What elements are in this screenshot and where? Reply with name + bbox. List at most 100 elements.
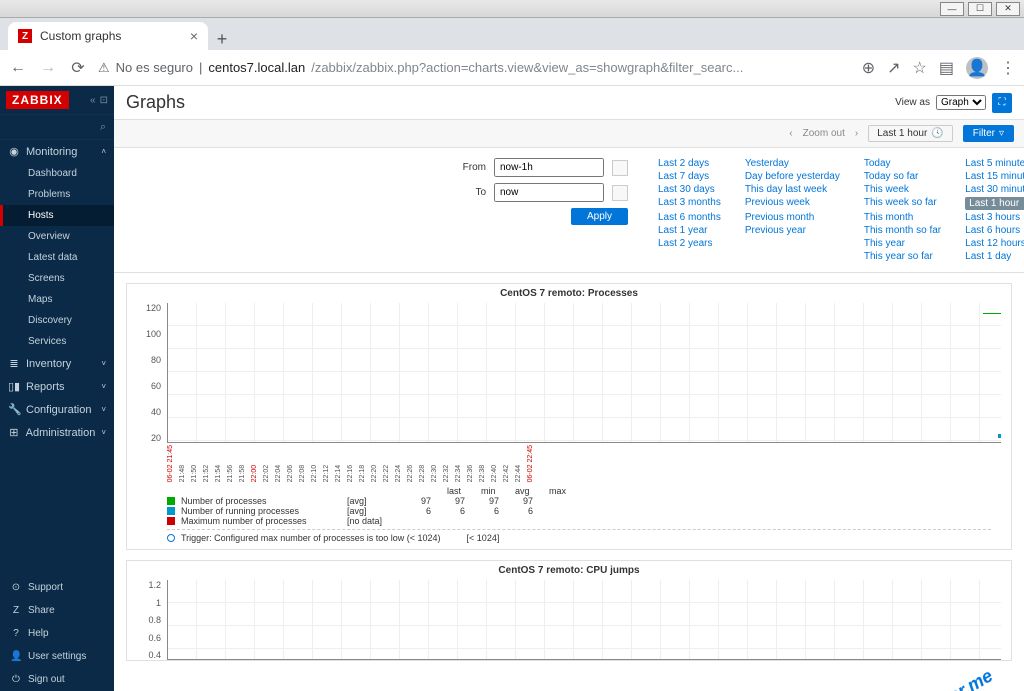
zabbix-logo[interactable]: ZABBIX xyxy=(6,91,69,109)
preset-this-year[interactable]: This year xyxy=(864,238,941,249)
share-icon[interactable]: ↗ xyxy=(887,58,900,78)
new-tab-button[interactable]: + xyxy=(208,29,236,50)
preset-last-2-years[interactable]: Last 2 years xyxy=(658,238,721,249)
preset-this-month[interactable]: This month xyxy=(864,212,941,223)
time-toolbar: ‹ Zoom out › Last 1 hour 🕓 Filter ▿ xyxy=(114,120,1024,148)
footer-icon: Z xyxy=(10,605,22,616)
preset-last-7-days[interactable]: Last 7 days xyxy=(658,171,721,182)
close-tab-icon[interactable]: × xyxy=(190,28,198,44)
preset-previous-week[interactable]: Previous week xyxy=(745,197,840,210)
logo-row: ZABBIX « ⊡ xyxy=(0,86,114,114)
preset-last-15-minutes[interactable]: Last 15 minutes xyxy=(965,171,1024,182)
preset-last-5-minutes[interactable]: Last 5 minutes xyxy=(965,158,1024,169)
preset-last-30-days[interactable]: Last 30 days xyxy=(658,184,721,195)
footer-sign-out[interactable]: ⏻Sign out xyxy=(0,668,114,691)
legend-label: Maximum number of processes xyxy=(181,516,341,526)
footer-help[interactable]: ?Help xyxy=(0,622,114,645)
url-host: centos7.local.lan xyxy=(208,60,305,75)
preset-yesterday[interactable]: Yesterday xyxy=(745,158,840,169)
main-content: Graphs View as Graph ⛶ ‹ Zoom out › Last… xyxy=(114,86,1024,691)
preset-this-week[interactable]: This week xyxy=(864,184,941,195)
nav-section-monitoring[interactable]: ◉Monitoring˄ xyxy=(0,140,114,163)
footer-share[interactable]: ZShare xyxy=(0,599,114,622)
footer-user-settings[interactable]: 👤User settings xyxy=(0,645,114,668)
next-period-icon[interactable]: › xyxy=(855,128,858,139)
preset-day-before-yesterday[interactable]: Day before yesterday xyxy=(745,171,840,182)
zoom-out-link[interactable]: Zoom out xyxy=(803,128,845,139)
nav-item-screens[interactable]: Screens xyxy=(0,268,114,289)
preset-last-30-minutes[interactable]: Last 30 minutes xyxy=(965,184,1024,195)
url-path: /zabbix/zabbix.php?action=charts.view&vi… xyxy=(311,60,743,75)
apply-button[interactable]: Apply xyxy=(571,208,628,225)
back-button[interactable]: ← xyxy=(8,59,28,77)
preset-last-12-hours[interactable]: Last 12 hours xyxy=(965,238,1024,249)
series-tick-running xyxy=(998,434,1001,438)
nav-item-discovery[interactable]: Discovery xyxy=(0,310,114,331)
nav-item-latest-data[interactable]: Latest data xyxy=(0,247,114,268)
time-range-chip[interactable]: Last 1 hour 🕓 xyxy=(868,125,953,142)
preset-last-1-hour[interactable]: Last 1 hour xyxy=(965,197,1024,210)
footer-support[interactable]: ⊙Support xyxy=(0,576,114,599)
preset-today-so-far[interactable]: Today so far xyxy=(864,171,941,182)
menu-icon[interactable]: ⋮ xyxy=(1000,58,1016,78)
search-icon: ⌕ xyxy=(100,121,106,134)
maximize-button[interactable]: ☐ xyxy=(968,2,992,16)
preset-this-month-so-far[interactable]: This month so far xyxy=(864,225,941,236)
plot-area[interactable] xyxy=(167,303,1001,443)
viewas-select[interactable]: Graph xyxy=(936,95,986,110)
profile-avatar[interactable]: 👤 xyxy=(966,57,988,79)
preset-last-3-hours[interactable]: Last 3 hours xyxy=(965,212,1024,223)
address-bar[interactable]: ⚠ No es seguro | centos7.local.lan/zabbi… xyxy=(98,60,852,76)
browser-tab[interactable]: Z Custom graphs × xyxy=(8,22,208,50)
nav-section-configuration[interactable]: 🔧Configuration˅ xyxy=(0,398,114,421)
browser-toolbar: ← → ⟳ ⚠ No es seguro | centos7.local.lan… xyxy=(0,50,1024,86)
y-axis: 12010080604020 xyxy=(137,303,167,443)
chevron-icon: ˄ xyxy=(101,147,106,156)
preset-this-year-so-far[interactable]: This year so far xyxy=(864,251,941,262)
reload-button[interactable]: ⟳ xyxy=(68,58,88,78)
bookmark-icon[interactable]: ☆ xyxy=(913,58,927,78)
fullscreen-button[interactable]: ⛶ xyxy=(992,93,1012,113)
to-input[interactable] xyxy=(494,183,604,202)
filter-button[interactable]: Filter ▿ xyxy=(963,125,1014,142)
nav-item-problems[interactable]: Problems xyxy=(0,184,114,205)
preset-previous-month[interactable]: Previous month xyxy=(745,212,840,223)
collapse-icon[interactable]: « xyxy=(90,95,96,106)
reading-list-icon[interactable]: ▤ xyxy=(939,58,954,78)
legend-swatch xyxy=(167,497,175,505)
forward-button[interactable]: → xyxy=(38,59,58,77)
footer-icon: 👤 xyxy=(10,651,22,662)
legend-label: Number of processes xyxy=(181,496,341,506)
minimize-button[interactable]: — xyxy=(940,2,964,16)
from-calendar-icon[interactable] xyxy=(612,160,628,176)
nav-section-administration[interactable]: ⊞Administration˅ xyxy=(0,421,114,444)
from-input[interactable] xyxy=(494,158,604,177)
nav-section-reports[interactable]: ▯▮Reports˅ xyxy=(0,375,114,398)
hide-icon[interactable]: ⊡ xyxy=(100,95,108,106)
section-icon: ◉ xyxy=(8,145,20,158)
sidebar-search[interactable]: ⌕ xyxy=(0,114,114,140)
preset-last-3-months[interactable]: Last 3 months xyxy=(658,197,721,210)
preset-last-6-hours[interactable]: Last 6 hours xyxy=(965,225,1024,236)
nav-item-maps[interactable]: Maps xyxy=(0,289,114,310)
section-icon: ≣ xyxy=(8,357,20,370)
preset-this-week-so-far[interactable]: This week so far xyxy=(864,197,941,210)
nav-item-services[interactable]: Services xyxy=(0,331,114,352)
preset-last-1-year[interactable]: Last 1 year xyxy=(658,225,721,236)
page-header: Graphs View as Graph ⛶ xyxy=(114,86,1024,120)
preset-last-1-day[interactable]: Last 1 day xyxy=(965,251,1024,262)
preset-last-6-months[interactable]: Last 6 months xyxy=(658,212,721,223)
nav-section-inventory[interactable]: ≣Inventory˅ xyxy=(0,352,114,375)
close-window-button[interactable]: ✕ xyxy=(996,2,1020,16)
nav-item-hosts[interactable]: Hosts xyxy=(0,205,114,226)
preset-today[interactable]: Today xyxy=(864,158,941,169)
nav-item-overview[interactable]: Overview xyxy=(0,226,114,247)
preset-this-day-last-week[interactable]: This day last week xyxy=(745,184,840,195)
zoom-icon[interactable]: ⊕ xyxy=(862,58,875,78)
prev-period-icon[interactable]: ‹ xyxy=(789,128,792,139)
preset-previous-year[interactable]: Previous year xyxy=(745,225,840,236)
nav-item-dashboard[interactable]: Dashboard xyxy=(0,163,114,184)
preset-last-2-days[interactable]: Last 2 days xyxy=(658,158,721,169)
to-calendar-icon[interactable] xyxy=(612,185,628,201)
plot-area[interactable] xyxy=(167,580,1001,660)
